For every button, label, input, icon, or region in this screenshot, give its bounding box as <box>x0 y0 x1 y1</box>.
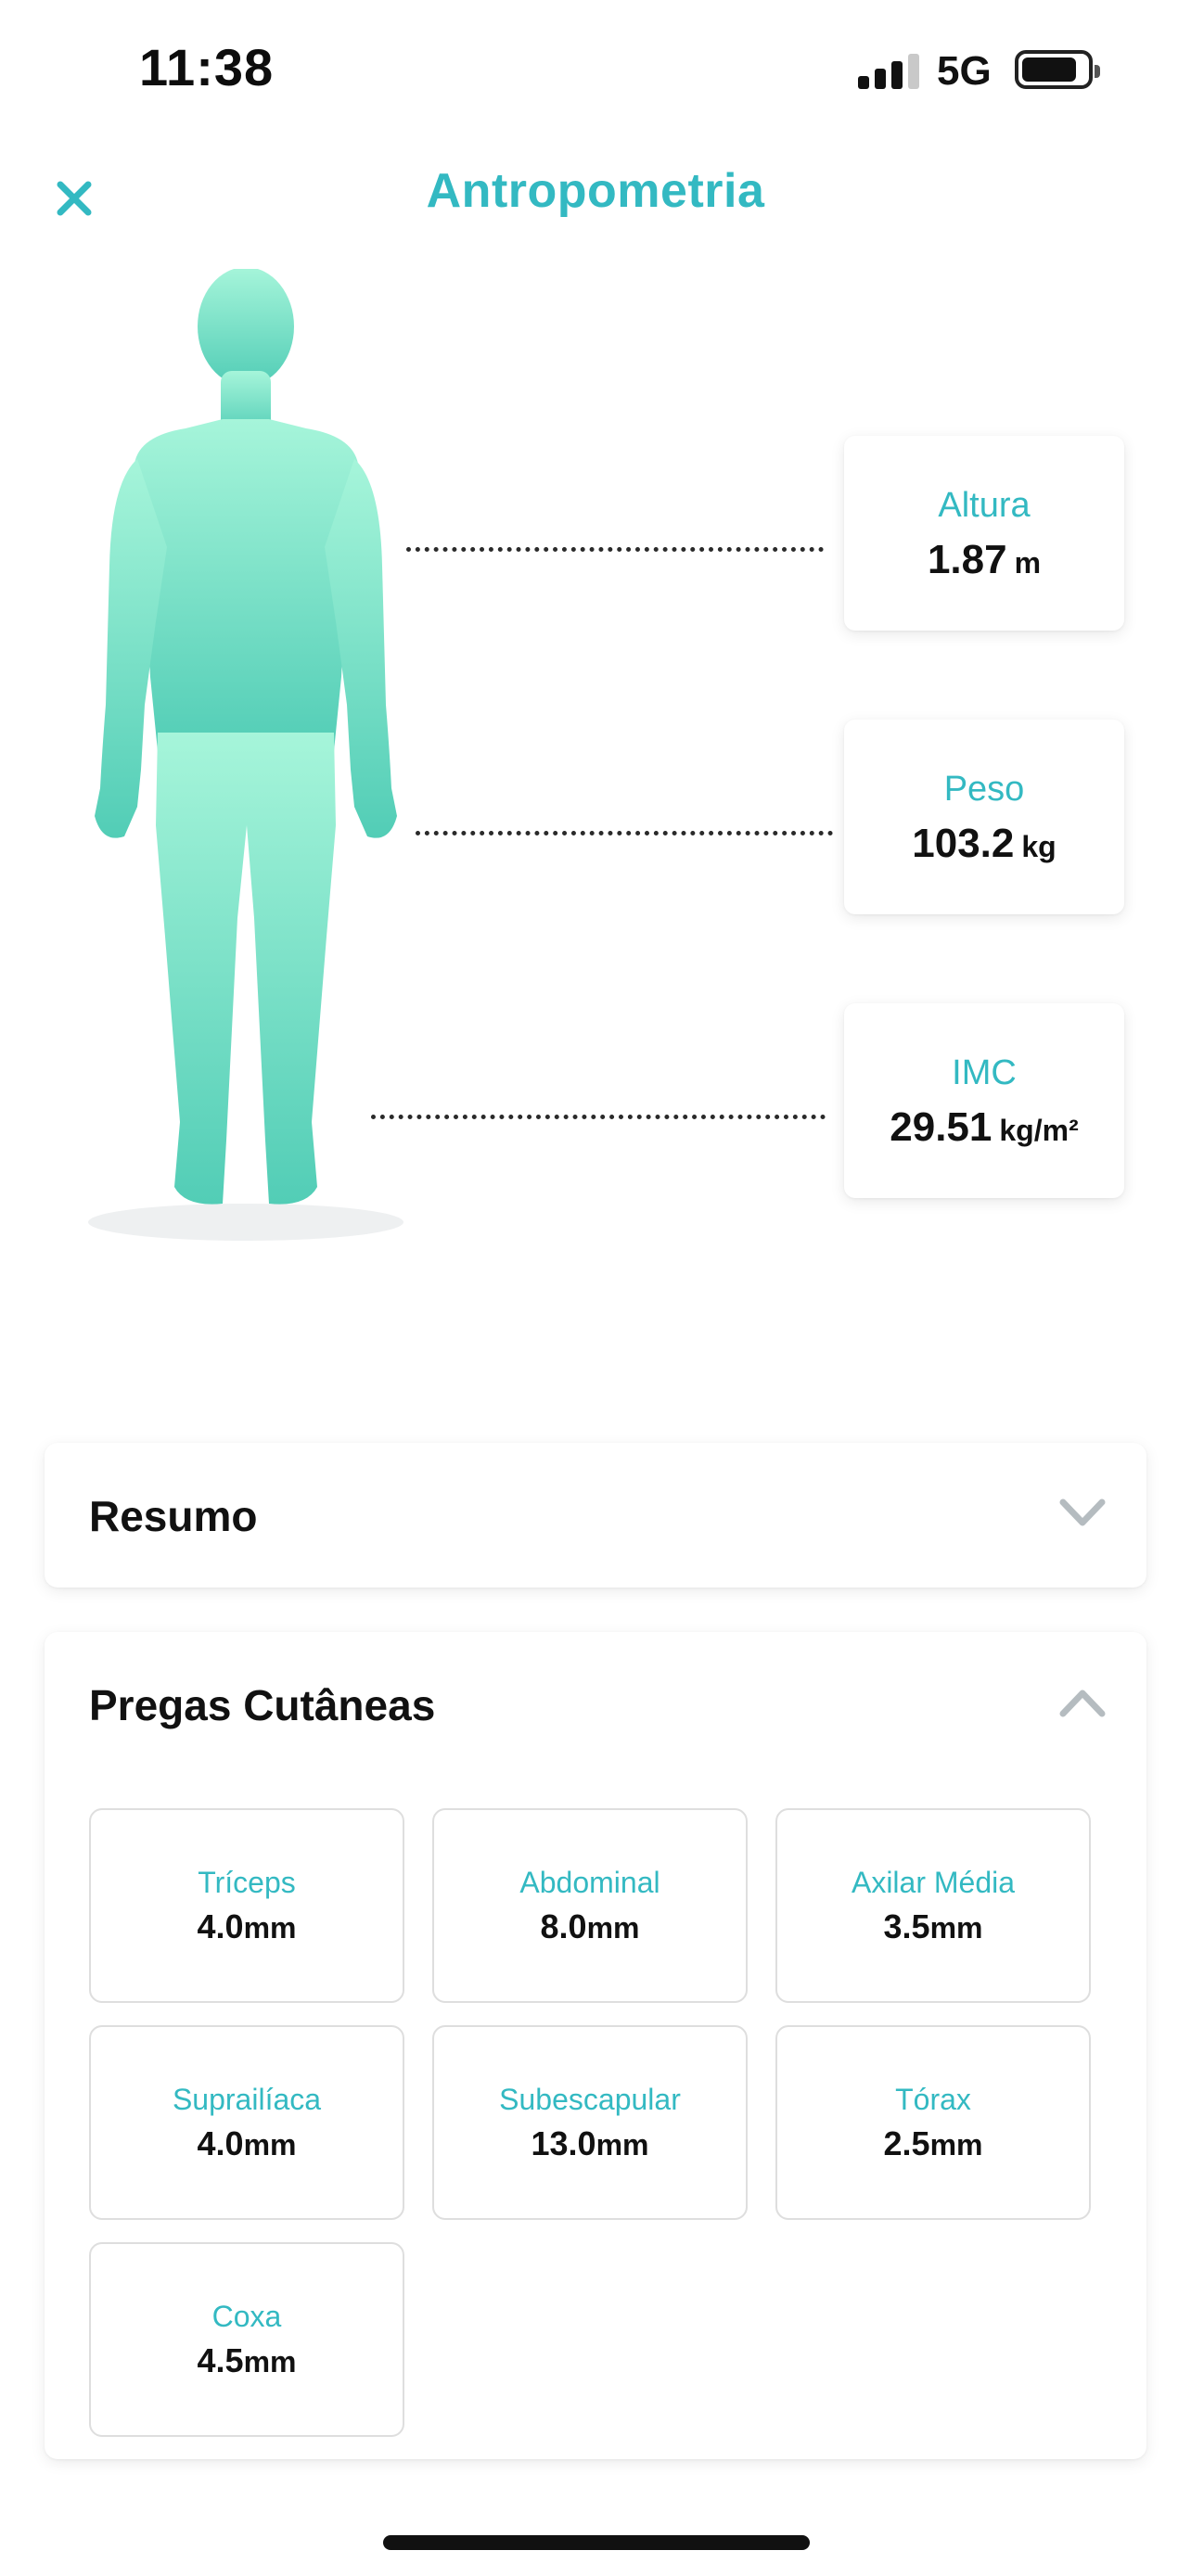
home-indicator[interactable] <box>383 2535 810 2550</box>
skinfold-label: Axilar Média <box>851 1866 1016 1899</box>
human-body-icon <box>88 269 403 1241</box>
summary-accordion-header[interactable]: Resumo <box>45 1443 1146 1588</box>
skinfold-card-chest: Tórax 2.5mm <box>775 2025 1091 2220</box>
page-title: Antropometria <box>426 164 765 218</box>
skinfold-label: Coxa <box>211 2300 282 2333</box>
weight-connector-line <box>416 831 833 835</box>
network-type: 5G <box>937 48 992 94</box>
skinfold-card-midaxillary: Axilar Média 3.5mm <box>775 1808 1091 2003</box>
metric-label: Altura <box>938 486 1031 525</box>
metric-value: 1.87 m <box>927 537 1042 582</box>
anthropometry-screen: 11:38 5G Antropometria Altura 1.87 m Pes… <box>0 0 1191 2576</box>
skinfold-value: 4.0mm <box>197 1907 297 1945</box>
skinfold-card-triceps: Tríceps 4.0mm <box>89 1808 404 2003</box>
battery-icon <box>1015 50 1100 89</box>
metric-card-weight: Peso 103.2 kg <box>844 720 1124 914</box>
body-figure-area: Altura 1.87 m Peso 103.2 kg IMC 29.51 kg/m² <box>0 269 1191 1270</box>
skinfold-value: 4.5mm <box>197 2341 297 2379</box>
skinfold-card-abdominal: Abdominal 8.0mm <box>432 1808 748 2003</box>
bmi-connector-line <box>371 1115 826 1119</box>
metric-value: 103.2 kg <box>912 821 1057 866</box>
skinfold-card-suprailiac: Suprailíaca 4.0mm <box>89 2025 404 2220</box>
cellular-signal-icon <box>858 54 919 89</box>
skinfold-value: 4.0mm <box>197 2124 297 2162</box>
metric-card-height: Altura 1.87 m <box>844 436 1124 631</box>
metric-value: 29.51 kg/m² <box>890 1104 1079 1150</box>
skinfold-label: Tórax <box>895 2083 971 2116</box>
skinfold-label: Abdominal <box>519 1866 660 1899</box>
metric-label: Peso <box>943 770 1025 809</box>
skinfold-value: 13.0mm <box>531 2124 649 2162</box>
skinfold-label: Suprailíaca <box>172 2083 322 2116</box>
skinfolds-accordion[interactable]: Pregas Cutâneas Tríceps 4.0mm Abdominal … <box>45 1632 1146 2459</box>
summary-title: Resumo <box>89 1492 258 1540</box>
skinfold-value: 2.5mm <box>883 2124 983 2162</box>
skinfold-value: 8.0mm <box>540 1907 640 1945</box>
status-bar: 11:38 5G <box>0 0 1191 139</box>
summary-accordion[interactable]: Resumo <box>45 1443 1146 1588</box>
skinfold-card-subscapular: Subescapular 13.0mm <box>432 2025 748 2220</box>
metric-label: IMC <box>952 1053 1017 1092</box>
status-time: 11:38 <box>139 38 275 96</box>
chevron-down-icon[interactable] <box>1057 1495 1108 1532</box>
skinfold-label: Subescapular <box>499 2083 681 2116</box>
nav-header: Antropometria <box>0 139 1191 250</box>
skinfold-card-thigh: Coxa 4.5mm <box>89 2242 404 2437</box>
skinfold-label: Tríceps <box>198 1866 296 1899</box>
chevron-up-icon[interactable] <box>1057 1684 1108 1721</box>
metric-card-bmi: IMC 29.51 kg/m² <box>844 1003 1124 1198</box>
skinfold-value: 3.5mm <box>883 1907 983 1945</box>
skinfolds-accordion-header[interactable]: Pregas Cutâneas <box>45 1632 1146 1777</box>
skinfolds-title: Pregas Cutâneas <box>89 1681 436 1729</box>
height-connector-line <box>406 547 824 552</box>
